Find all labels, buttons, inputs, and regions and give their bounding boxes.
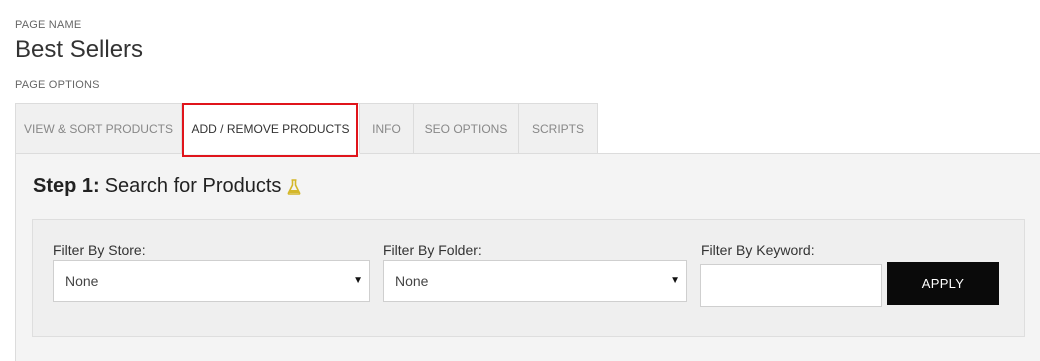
tabs-divider [598, 153, 1040, 154]
flask-icon [287, 178, 301, 195]
filter-folder-value: None [395, 273, 429, 289]
tab-bar: VIEW & SORT PRODUCTS ADD / REMOVE PRODUC… [15, 103, 598, 154]
filter-folder-label: Filter By Folder: [383, 242, 482, 258]
keyword-input[interactable] [700, 264, 882, 307]
filter-store-value: None [65, 273, 99, 289]
step-heading: Step 1: Search for Products [33, 175, 301, 198]
apply-button[interactable]: APPLY [887, 262, 999, 305]
tab-view-sort-products[interactable]: VIEW & SORT PRODUCTS [15, 103, 182, 154]
tab-add-remove-products[interactable]: ADD / REMOVE PRODUCTS [182, 103, 360, 154]
filter-store-label: Filter By Store: [53, 242, 146, 258]
page-name-label: PAGE NAME [15, 19, 82, 31]
tab-seo-options[interactable]: SEO OPTIONS [414, 103, 519, 154]
step-prefix: Step 1: [33, 175, 100, 197]
page-title: Best Sellers [15, 36, 144, 63]
tab-info[interactable]: INFO [360, 103, 414, 154]
chevron-down-icon: ▼ [353, 275, 363, 286]
chevron-down-icon: ▼ [670, 275, 680, 286]
tab-scripts[interactable]: SCRIPTS [519, 103, 598, 154]
filter-keyword-label: Filter By Keyword: [701, 242, 815, 258]
filter-store-select[interactable]: None ▼ [53, 260, 370, 302]
filter-folder-select[interactable]: None ▼ [383, 260, 687, 302]
page-options-label: PAGE OPTIONS [15, 79, 100, 91]
step-title: Search for Products [104, 175, 282, 197]
